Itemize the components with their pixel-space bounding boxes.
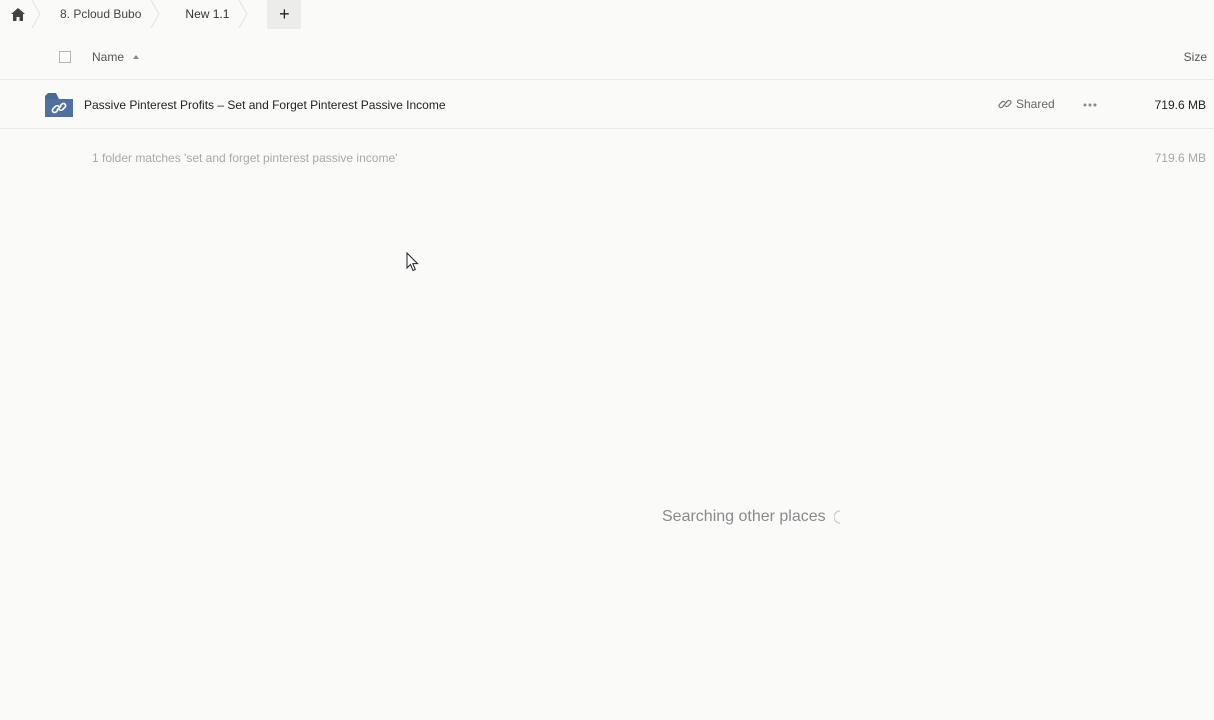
breadcrumb: 8. Pcloud Bubo New 1.1 + [0,0,1214,29]
column-header-label: Name [92,50,125,64]
select-all-checkbox[interactable] [59,51,71,63]
add-button[interactable]: + [267,0,302,29]
breadcrumb-separator [239,0,249,28]
plus-icon: + [279,4,290,24]
file-browser: 8. Pcloud Bubo New 1.1 + Name Size Passi… [0,0,1214,720]
home-icon [11,7,25,21]
breadcrumb-item-pcloud-bubo[interactable]: 8. Pcloud Bubo [36,0,161,28]
search-status: Searching other places [662,508,842,526]
column-header-size[interactable]: Size [1184,50,1207,64]
link-icon [998,99,1012,109]
shared-link[interactable]: Shared [998,97,1055,111]
column-header-name[interactable]: Name [92,50,140,64]
shared-folder-icon [45,93,73,117]
mouse-cursor-icon [406,252,419,272]
table-row[interactable]: Passive Pinterest Profits – Set and Forg… [0,81,1214,129]
breadcrumb-item-label: 8. Pcloud Bubo [60,7,142,21]
breadcrumb-item-new-1-1[interactable]: New 1.1 [161,0,249,28]
breadcrumb-home[interactable] [0,0,41,28]
search-status-label: Searching other places [662,508,826,525]
breadcrumb-separator [150,0,160,28]
shared-label: Shared [1016,97,1055,111]
file-name[interactable]: Passive Pinterest Profits – Set and Forg… [84,98,446,112]
table-header: Name Size [0,40,1214,80]
loading-spinner-icon [833,510,840,524]
more-options-icon[interactable] [1082,102,1098,108]
search-summary: 1 folder matches 'set and forget pintere… [92,151,398,165]
summary-size: 719.6 MB [1154,151,1206,165]
breadcrumb-item-label: New 1.1 [185,7,230,21]
sort-ascending-icon [133,55,140,59]
file-size: 719.6 MB [1154,98,1206,112]
